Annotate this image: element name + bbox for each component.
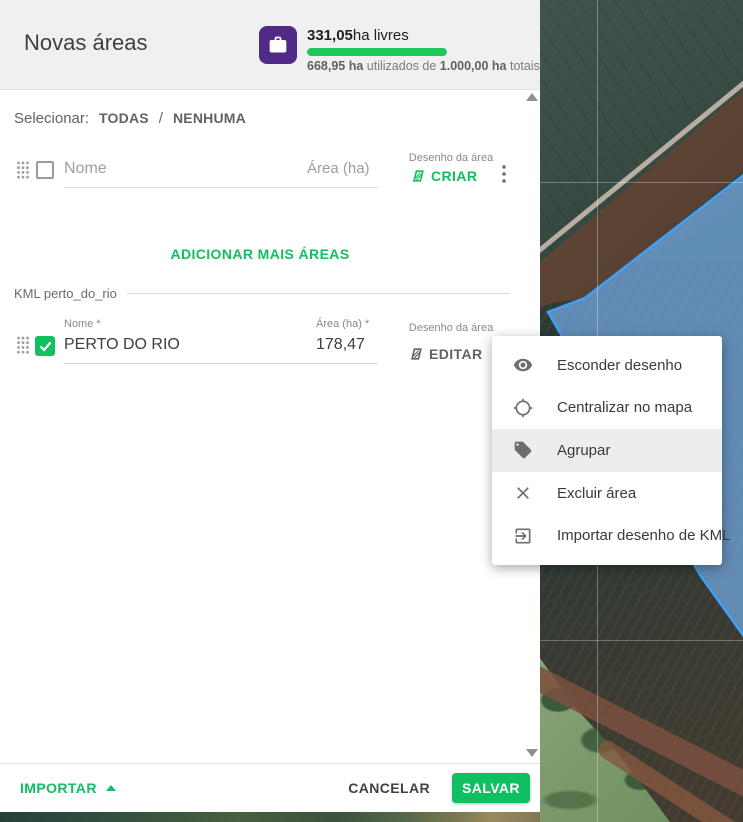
panel-footer: IMPORTAR CANCELAR SALVAR: [0, 763, 540, 812]
scroll-down-arrow[interactable]: [526, 749, 538, 757]
menu-item-group[interactable]: Agrupar: [492, 429, 722, 472]
name-value: PERTO DO RIO: [64, 336, 180, 353]
kml-group-header: KML perto_do_rio: [14, 286, 510, 301]
area-checkbox-unchecked[interactable]: [36, 161, 54, 179]
drawing-label: Desenho da área: [396, 152, 506, 164]
area-ha-input[interactable]: Área (ha): [307, 160, 378, 188]
kml-group-divider: [127, 293, 510, 294]
name-field-label: Nome *: [64, 318, 101, 330]
free-hectares-value: 331,05: [307, 27, 353, 44]
eye-icon: [513, 355, 533, 375]
save-button[interactable]: SALVAR: [452, 773, 530, 803]
scroll-up-arrow[interactable]: [526, 93, 538, 101]
row-menu-kebab-icon[interactable]: [494, 163, 514, 185]
new-areas-panel: Novas áreas 331,05ha livres 668,95 ha ut…: [0, 0, 540, 812]
usage-progress-fill: [307, 48, 447, 56]
import-button[interactable]: IMPORTAR: [20, 780, 116, 796]
select-all-link[interactable]: TODAS: [99, 110, 149, 126]
panel-header: Novas áreas 331,05ha livres 668,95 ha ut…: [0, 0, 540, 90]
briefcase-icon: [259, 26, 297, 64]
usage-progress-bar: [307, 48, 447, 56]
checkmark-icon: [39, 341, 52, 352]
menu-item-import-kml-drawing[interactable]: Importar desenho de KML: [492, 514, 722, 557]
import-label: IMPORTAR: [20, 780, 97, 796]
menu-item-label: Esconder desenho: [557, 357, 682, 374]
selection-label: Selecionar:: [14, 110, 89, 127]
used-hectares-text: 668,95 ha utilizados de 1.000,00 ha tota…: [307, 59, 540, 73]
menu-item-hide-drawing[interactable]: Esconder desenho: [492, 344, 722, 387]
cancel-button[interactable]: CANCELAR: [348, 780, 430, 796]
polygon-draw-icon: [410, 168, 426, 184]
import-kml-icon: [513, 526, 533, 546]
tag-icon: [513, 440, 533, 460]
drag-handle-icon[interactable]: [16, 160, 30, 180]
edit-drawing-label: EDITAR: [429, 346, 482, 362]
selection-row: Selecionar: TODAS / NENHUMA: [14, 110, 246, 127]
map-gridline: [540, 640, 743, 641]
name-placeholder: Nome: [64, 160, 107, 177]
area-ha-value: 178,47: [316, 336, 365, 353]
menu-item-label: Agrupar: [557, 442, 610, 459]
chevron-up-icon: [106, 785, 116, 791]
free-hectares-suffix: ha livres: [353, 27, 409, 44]
name-input[interactable]: Nome: [64, 160, 310, 188]
crosshair-icon: [513, 398, 533, 418]
area-checkbox-checked[interactable]: [35, 336, 55, 356]
create-drawing-button[interactable]: CRIAR: [410, 168, 477, 184]
drag-handle-icon[interactable]: [16, 335, 30, 355]
close-icon: [513, 483, 533, 503]
create-drawing-label: CRIAR: [431, 168, 477, 184]
area-ha-input-filled[interactable]: 178,47: [307, 336, 378, 364]
select-none-link[interactable]: NENHUMA: [173, 110, 246, 126]
menu-item-label: Centralizar no mapa: [557, 399, 692, 416]
menu-item-delete-area[interactable]: Excluir área: [492, 472, 722, 515]
edit-drawing-button[interactable]: EDITAR: [408, 346, 482, 362]
area-context-menu: Esconder desenho Centralizar no mapa Agr…: [492, 336, 722, 565]
hectares-usage-summary: 331,05ha livres 668,95 ha utilizados de …: [307, 27, 540, 73]
selection-separator: /: [159, 110, 163, 127]
menu-item-center-on-map[interactable]: Centralizar no mapa: [492, 387, 722, 430]
area-field-label: Área (ha) *: [316, 318, 369, 330]
add-more-areas-button[interactable]: ADICIONAR MAIS ÁREAS: [0, 246, 520, 262]
menu-item-label: Importar desenho de KML: [557, 527, 730, 544]
drawing-label: Desenho da área: [396, 322, 506, 334]
area-ha-placeholder: Área (ha): [307, 160, 370, 177]
kml-group-label: KML perto_do_rio: [14, 286, 117, 301]
map-gridline: [540, 182, 743, 183]
menu-item-label: Excluir área: [557, 485, 636, 502]
polygon-draw-icon: [408, 346, 424, 362]
name-input-filled[interactable]: PERTO DO RIO: [64, 336, 310, 364]
page-title: Novas áreas: [24, 30, 148, 56]
